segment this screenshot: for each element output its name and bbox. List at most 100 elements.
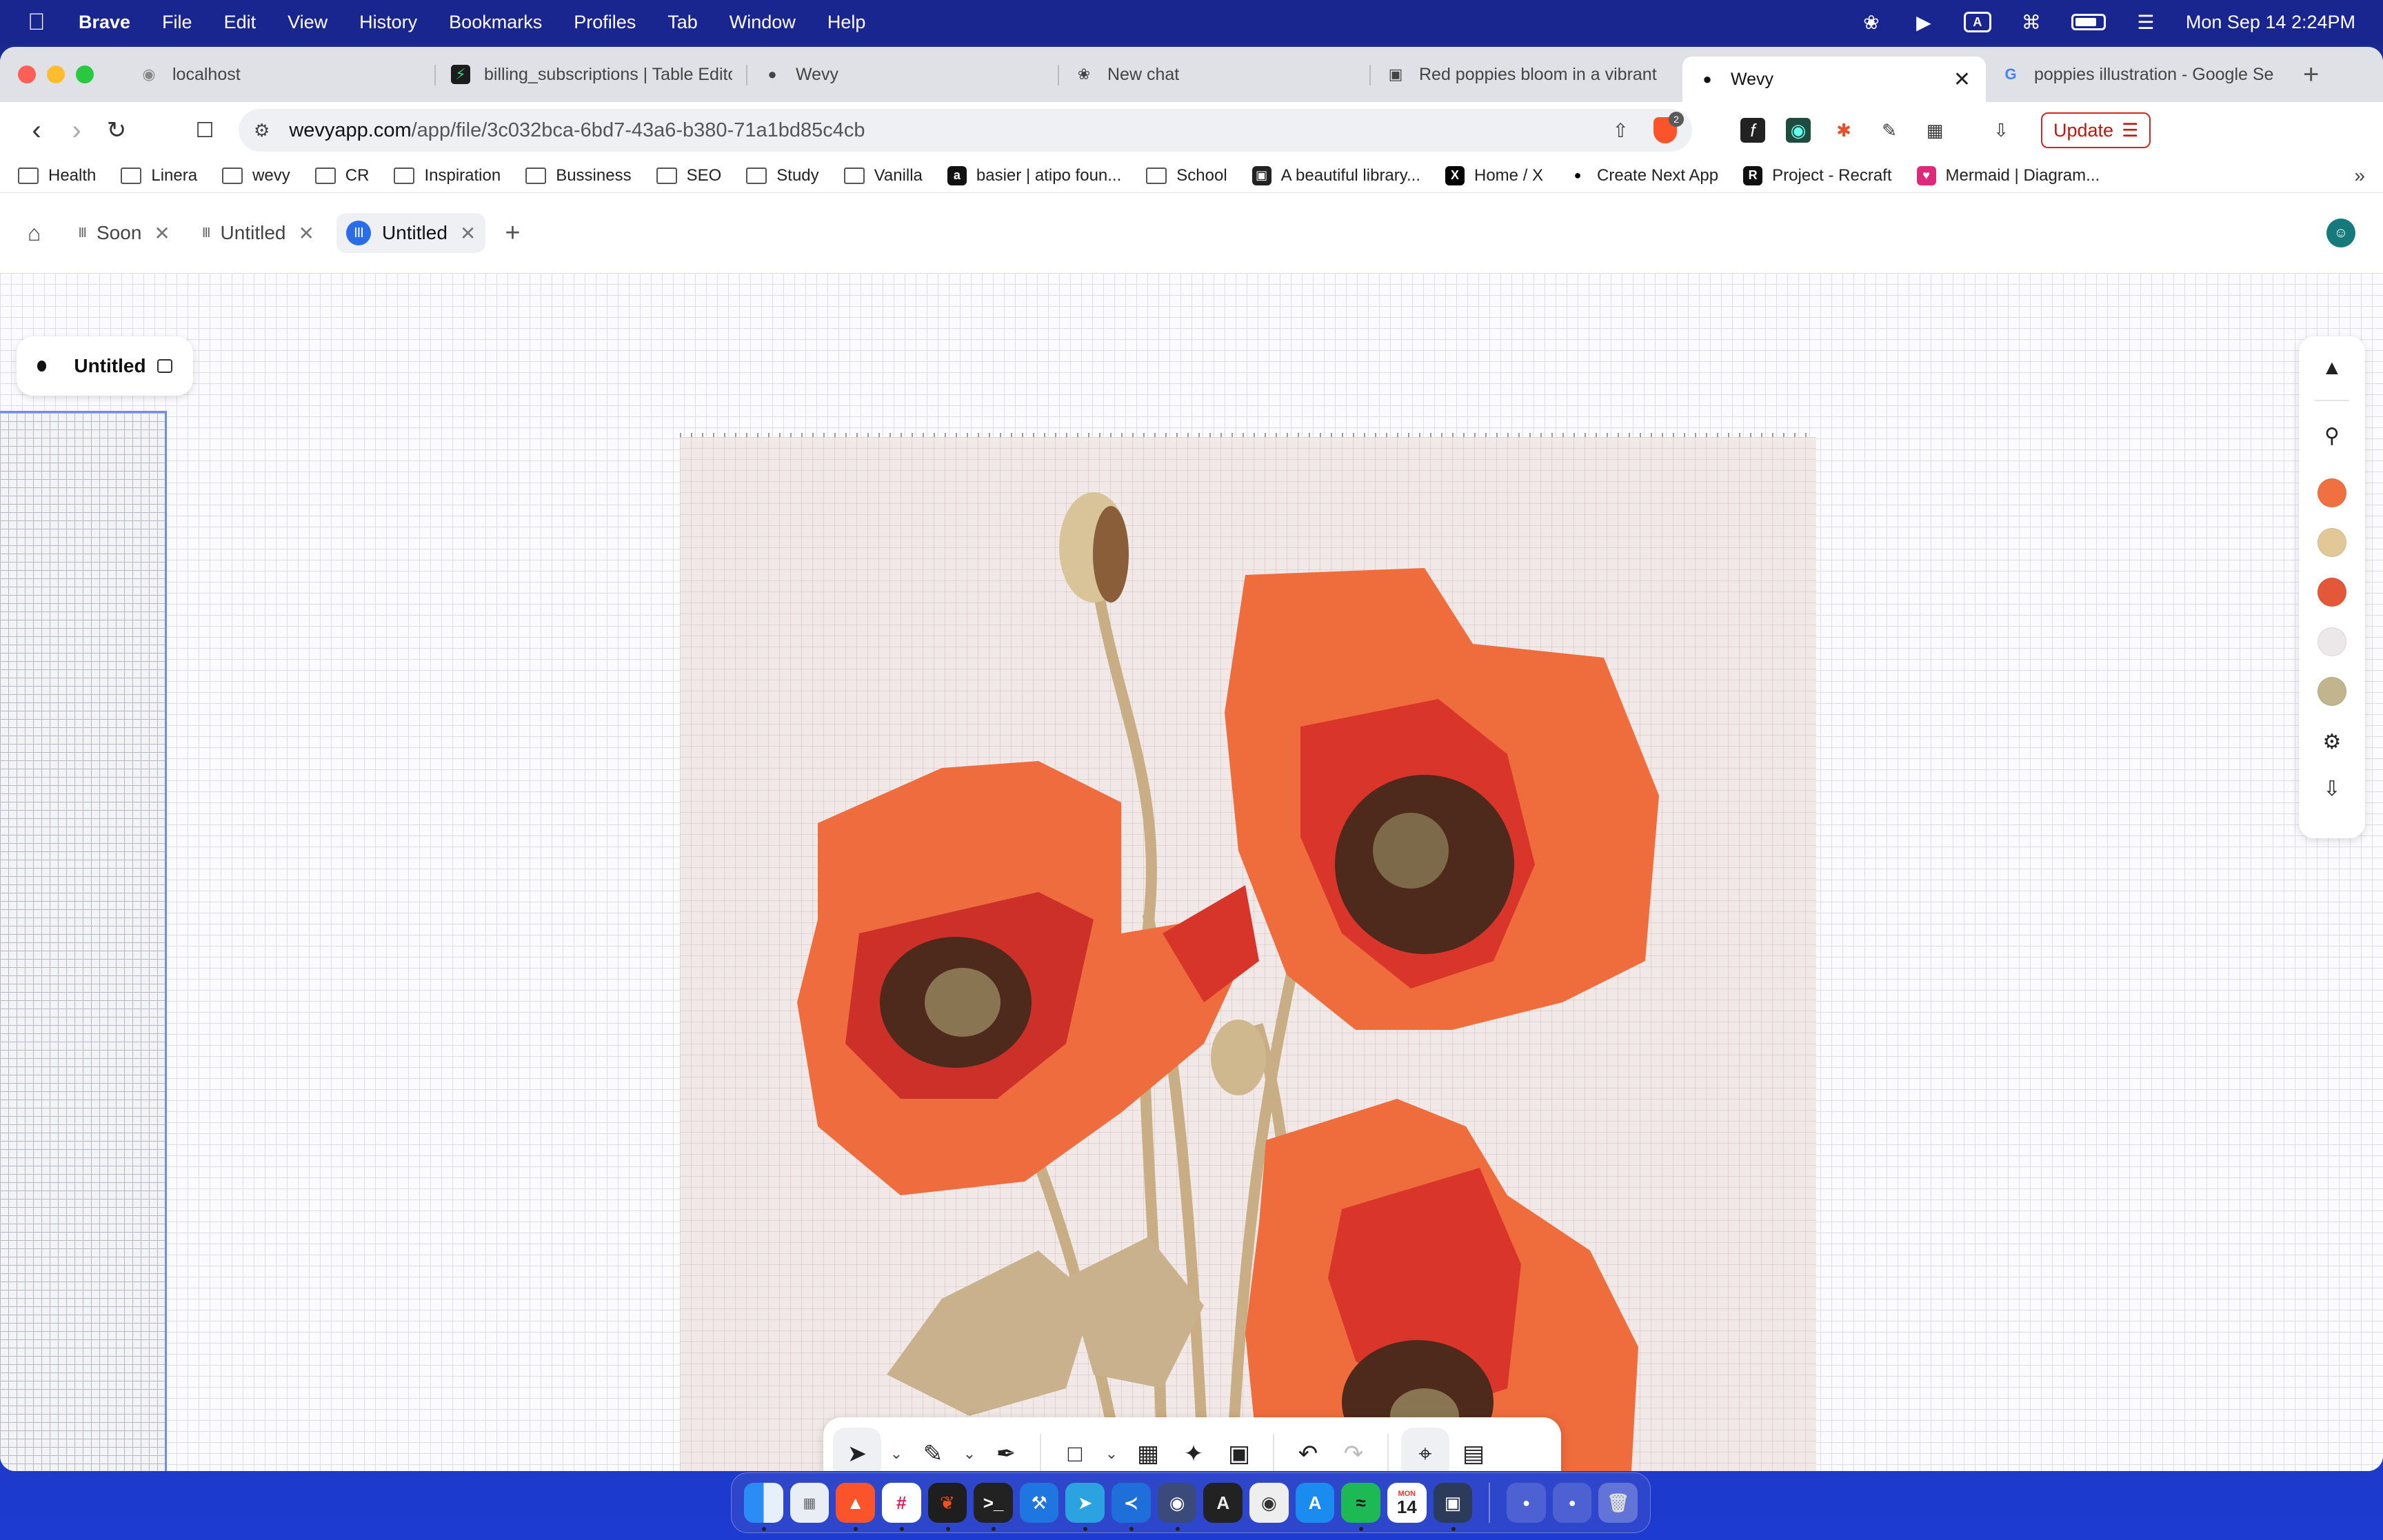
bookmark-item[interactable]: R Project - Recraft	[1743, 165, 1892, 185]
proxyman-icon[interactable]: ◉	[1157, 1483, 1197, 1531]
palette-swatch-2[interactable]	[2317, 528, 2346, 557]
menu-history[interactable]: History	[359, 12, 417, 33]
chevron-down-icon[interactable]: ⌄	[1099, 1428, 1124, 1471]
menu-bookmarks[interactable]: Bookmarks	[449, 12, 542, 33]
image-tool-icon[interactable]: ▣	[1218, 1428, 1260, 1471]
home-icon[interactable]: ⌂	[28, 221, 41, 246]
search-icon[interactable]: ⚲	[2317, 421, 2347, 451]
palette-swatch-3[interactable]	[2317, 578, 2346, 607]
menu-profiles[interactable]: Profiles	[574, 12, 636, 33]
extension-sparkle-icon[interactable]: ✱	[1831, 118, 1856, 143]
add-tab-button[interactable]: +	[505, 219, 520, 248]
menu-view[interactable]: View	[288, 12, 328, 33]
bookmark-item[interactable]: Health	[18, 166, 96, 185]
close-tab-icon[interactable]: ✕	[1953, 68, 1971, 92]
menu-tab[interactable]: Tab	[667, 12, 698, 33]
vscode-icon[interactable]: ≺	[1112, 1483, 1151, 1531]
pen-tool-icon[interactable]: ✎	[912, 1428, 954, 1471]
bookmark-item[interactable]: SEO	[656, 166, 721, 185]
menu-app-name[interactable]: Brave	[79, 12, 130, 33]
input-source-icon[interactable]: A	[1963, 12, 1991, 32]
bookmark-item[interactable]: Bussiness	[525, 166, 632, 185]
browser-tab-new-chat[interactable]: ❀ New chat	[1059, 54, 1371, 95]
bookmark-item[interactable]: ♥ Mermaid | Diagram...	[1916, 165, 2100, 185]
control-center-icon[interactable]: ☰	[2133, 12, 2158, 33]
bookmark-item[interactable]: CR	[314, 166, 369, 185]
brave-icon[interactable]: ▲	[836, 1483, 875, 1531]
undo-icon[interactable]: ↶	[1287, 1428, 1329, 1471]
extensions-puzzle-icon[interactable]: ✎	[1877, 118, 1902, 143]
finder-icon[interactable]	[744, 1483, 783, 1531]
screenshot-icon[interactable]: ◉	[1249, 1483, 1289, 1523]
avatar[interactable]: ☺	[2326, 219, 2355, 247]
redo-icon[interactable]: ↷	[1332, 1428, 1375, 1471]
downloads-icon[interactable]: ⇩	[1989, 118, 2013, 143]
calendar-icon[interactable]: MON 14	[1387, 1483, 1427, 1523]
palette-swatch-1[interactable]	[2317, 478, 2346, 507]
appstore-icon[interactable]: A	[1295, 1483, 1335, 1523]
bookmark-item[interactable]: wevy	[222, 166, 290, 185]
app-tab-soon[interactable]: III Soon ✕	[68, 213, 180, 253]
bookmark-item[interactable]: Vanilla	[843, 166, 923, 185]
trash-icon[interactable]: 🗑	[1598, 1483, 1638, 1523]
bookmark-item[interactable]: Study	[746, 166, 819, 185]
bookmark-item[interactable]: X Home / X	[1445, 165, 1543, 185]
menu-help[interactable]: Help	[827, 12, 866, 33]
site-settings-icon[interactable]: ⚙	[254, 120, 270, 141]
update-button[interactable]: Update ☰	[2041, 112, 2151, 148]
close-tab-icon[interactable]: ✕	[298, 222, 314, 245]
bookmark-item[interactable]: ● Create Next App	[1568, 165, 1718, 185]
more-bookmarks-icon[interactable]: »	[2354, 165, 2365, 187]
minimize-window-button[interactable]	[47, 65, 65, 83]
bookmark-item[interactable]: ▣ A beautiful library...	[1251, 165, 1420, 185]
download-icon[interactable]: ⇩	[2317, 773, 2347, 804]
arc-icon[interactable]: A	[1203, 1483, 1243, 1523]
browser-tab-wevy-active[interactable]: ● Wevy ✕	[1682, 57, 1986, 102]
brush-tool-icon[interactable]: ✒	[985, 1428, 1027, 1471]
app-tab-untitled[interactable]: III Untitled ✕	[192, 213, 324, 253]
bookmark-item[interactable]: Linera	[121, 166, 197, 185]
palette-swatch-5[interactable]	[2317, 677, 2346, 706]
terminal-icon[interactable]: >_	[974, 1483, 1013, 1531]
palette-swatch-4[interactable]	[2317, 627, 2346, 656]
browser-tab-google[interactable]: G poppies illustration - Google Search	[1986, 54, 2289, 95]
apple-icon[interactable]: 	[28, 9, 47, 36]
xcode-icon[interactable]: ⚒	[1019, 1483, 1059, 1523]
extension-eye-icon[interactable]: ◉	[1786, 118, 1811, 143]
browser-tab-unsplash[interactable]: ▣ Red poppies bloom in a vibrant	[1371, 54, 1682, 95]
clock[interactable]: Mon Sep 14 2:24PM	[2186, 12, 2355, 33]
design-canvas[interactable]: Untitled ▲ ⚲ ⚙ ⇩ ➤ ⌄ ✎ ⌄ ✒ □ ⌄ ▦ ✦ ▣ ↶ ↷…	[0, 273, 2383, 1471]
settings-icon[interactable]: ⚙	[2317, 727, 2347, 757]
recent-item-icon[interactable]: ●	[1552, 1483, 1592, 1523]
brave-shield-icon[interactable]: 2	[1653, 112, 1684, 143]
close-tab-icon[interactable]: ✕	[154, 222, 170, 245]
reader-mode-icon[interactable]: ▦	[1922, 118, 1947, 143]
chatgpt-status-icon[interactable]: ❀	[1859, 12, 1884, 33]
image-grid-icon[interactable]: ▦	[1127, 1428, 1169, 1471]
canvas-frame-left[interactable]	[0, 411, 167, 1471]
slack-icon[interactable]: #	[881, 1483, 921, 1531]
recent-item-icon[interactable]: ●	[1507, 1483, 1546, 1523]
back-button[interactable]: ‹	[17, 115, 57, 146]
chevron-down-icon[interactable]: ⌄	[884, 1428, 909, 1471]
extension-f-icon[interactable]: f	[1740, 118, 1765, 143]
browser-tab-billing[interactable]: ⚡ billing_subscriptions | Table Editor	[436, 54, 747, 95]
app-tab-untitled-active[interactable]: III Untitled ✕	[336, 213, 486, 253]
poppy-artboard[interactable]	[680, 437, 1816, 1471]
bookmark-item[interactable]: a basier | atipo foun...	[947, 165, 1121, 185]
menu-window[interactable]: Window	[730, 12, 796, 33]
telegram-icon[interactable]: ➤	[1065, 1483, 1105, 1531]
bookmark-icon[interactable]: ☐	[185, 119, 225, 143]
panel-toggle-icon[interactable]	[157, 359, 172, 373]
zoom-window-button[interactable]	[76, 65, 94, 83]
play-status-icon[interactable]: ▶	[1911, 12, 1936, 33]
spotify-icon[interactable]: ≈	[1341, 1483, 1380, 1531]
layers-icon[interactable]: ▤	[1452, 1428, 1495, 1471]
launchpad-icon[interactable]: ▦	[790, 1483, 829, 1523]
reload-button[interactable]: ↻	[97, 116, 137, 144]
browser-tab-localhost[interactable]: ◉ localhost	[124, 54, 436, 95]
close-tab-icon[interactable]: ✕	[460, 222, 476, 245]
select-tool-icon[interactable]: ➤	[833, 1428, 881, 1471]
menu-file[interactable]: File	[162, 12, 192, 33]
simulator-icon[interactable]: ▣	[1433, 1483, 1473, 1531]
